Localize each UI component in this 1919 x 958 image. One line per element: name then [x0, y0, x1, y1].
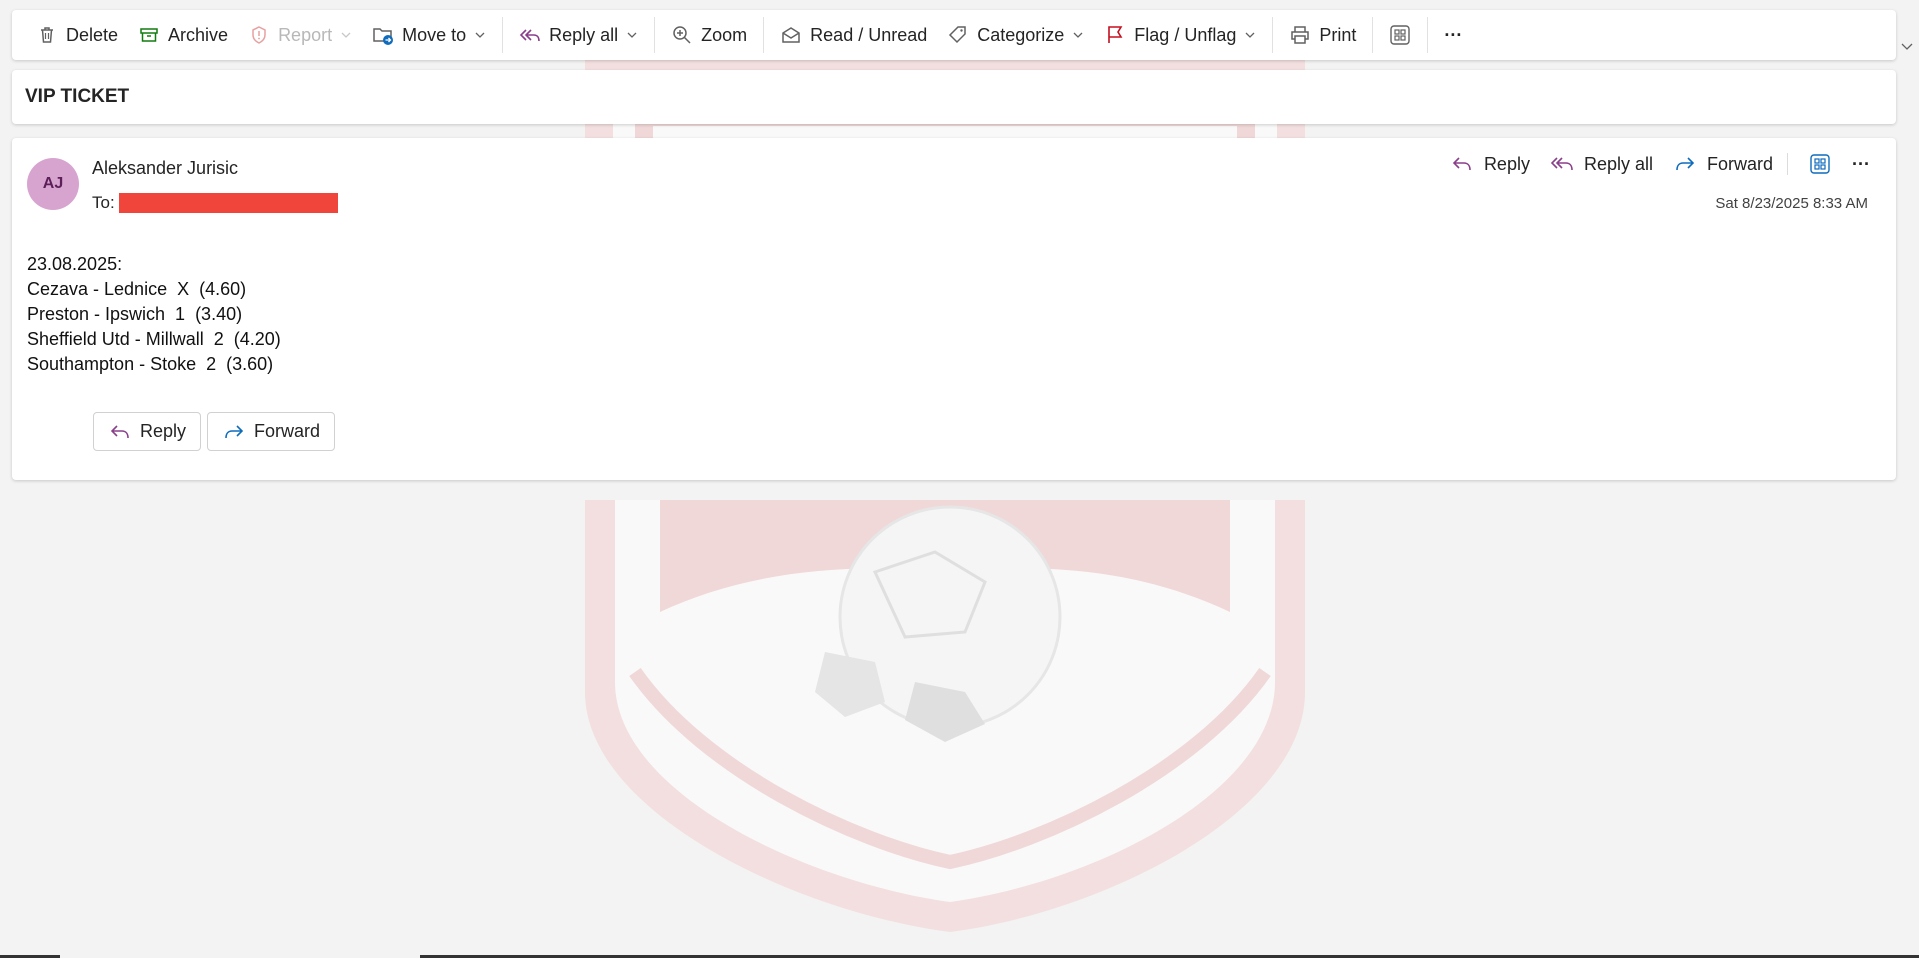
folder-move-icon — [372, 24, 394, 46]
body-line: Preston - Ipswich 1 (3.40) — [27, 304, 243, 324]
reply-all-label: Reply all — [1583, 153, 1653, 174]
bottom-actions: Reply Forward — [93, 412, 341, 451]
apps-button[interactable] — [1379, 17, 1421, 53]
chevron-down-icon — [475, 32, 485, 38]
reply-label: Reply — [1483, 153, 1530, 174]
bottom-forward-label: Forward — [254, 421, 321, 441]
to-label: To: — [92, 193, 115, 212]
command-toolbar: Delete Archive Report Move to Reply all … — [12, 10, 1896, 60]
avatar-initials: AJ — [42, 175, 64, 192]
forward-label: Forward — [1707, 153, 1774, 174]
flag-unflag-label: Flag / Unflag — [1134, 24, 1237, 45]
body-line: Cezava - Lednice X (4.60) — [27, 279, 247, 299]
delete-label: Delete — [66, 24, 119, 45]
archive-label: Archive — [168, 24, 229, 45]
zoom-label: Zoom — [701, 24, 748, 45]
message-subject: VIP TICKET — [25, 86, 130, 107]
toolbar-divider — [502, 17, 504, 53]
zoom-button[interactable]: Zoom — [661, 17, 757, 53]
flag-icon — [1104, 24, 1126, 46]
forward-icon — [1673, 152, 1697, 176]
toolbar-divider — [763, 17, 765, 53]
reply-icon — [1450, 152, 1474, 176]
move-to-button[interactable]: Move to — [362, 17, 496, 53]
toolbar-divider — [1427, 17, 1429, 53]
forward-icon — [222, 420, 246, 444]
categorize-label: Categorize — [977, 24, 1065, 45]
redacted-recipient — [118, 193, 338, 213]
chevron-down-icon — [627, 32, 637, 38]
tag-icon — [947, 24, 969, 46]
actions-divider — [1787, 153, 1789, 175]
archive-button[interactable]: Archive — [128, 17, 238, 53]
more-actions-label: ··· — [1444, 24, 1463, 45]
recipient-line: To: — [92, 193, 338, 213]
avatar[interactable]: AJ — [27, 158, 79, 210]
delete-button[interactable]: Delete — [26, 17, 128, 53]
message-body: 23.08.2025: Cezava - Lednice X (4.60) Pr… — [27, 252, 281, 377]
toolbar-divider — [1372, 17, 1374, 53]
trash-icon — [36, 24, 58, 46]
more-actions-button[interactable]: ··· — [1852, 154, 1870, 175]
body-line: Sheffield Utd - Millwall 2 (4.20) — [27, 329, 281, 349]
more-actions-button[interactable]: ··· — [1434, 17, 1472, 53]
flag-unflag-button[interactable]: Flag / Unflag — [1094, 17, 1266, 53]
zoom-in-icon — [671, 24, 693, 46]
apps-grid-icon — [1389, 24, 1411, 46]
toolbar-divider — [654, 17, 656, 53]
envelope-open-icon — [780, 24, 802, 46]
print-button[interactable]: Print — [1279, 17, 1366, 53]
reply-all-toolbar-button[interactable]: Reply all — [509, 17, 648, 53]
print-label: Print — [1319, 24, 1357, 45]
body-line: Southampton - Stoke 2 (3.60) — [27, 354, 274, 374]
message-actions: Reply Reply all Forward ··· — [1430, 152, 1870, 176]
apps-grid-icon — [1808, 152, 1832, 176]
more-actions-label: ··· — [1852, 153, 1870, 174]
reply-icon — [108, 420, 132, 444]
message-date: Sat 8/23/2025 8:33 AM — [1715, 195, 1868, 212]
reply-all-button[interactable]: Reply all — [1550, 152, 1653, 176]
printer-icon — [1289, 24, 1311, 46]
reply-all-label: Reply all — [549, 24, 619, 45]
reply-all-icon — [519, 24, 541, 46]
message-subject-bar: VIP TICKET — [12, 70, 1896, 124]
read-unread-button[interactable]: Read / Unread — [770, 17, 937, 53]
toolbar-divider — [1272, 17, 1274, 53]
bottom-reply-button[interactable]: Reply — [93, 412, 202, 451]
apps-button[interactable] — [1808, 152, 1832, 176]
chevron-down-icon — [341, 32, 351, 38]
categorize-button[interactable]: Categorize — [937, 17, 1094, 53]
shield-alert-icon — [248, 24, 270, 46]
report-button[interactable]: Report — [238, 17, 362, 53]
forward-button[interactable]: Forward — [1673, 152, 1773, 176]
chevron-down-icon — [1073, 32, 1083, 38]
bottom-forward-button[interactable]: Forward — [207, 412, 336, 451]
chevron-down-icon[interactable] — [1899, 38, 1915, 54]
chevron-down-icon — [1245, 32, 1255, 38]
bottom-reply-label: Reply — [140, 421, 187, 441]
reply-all-icon — [1550, 152, 1574, 176]
message-card: AJ Aleksander Jurisic To: Reply Reply al… — [12, 138, 1896, 480]
reply-button[interactable]: Reply — [1450, 152, 1530, 176]
move-to-label: Move to — [402, 24, 467, 45]
body-line: 23.08.2025: — [27, 254, 123, 274]
archive-icon — [138, 24, 160, 46]
report-label: Report — [278, 24, 333, 45]
sender-name[interactable]: Aleksander Jurisic — [92, 158, 238, 179]
read-unread-label: Read / Unread — [810, 24, 928, 45]
